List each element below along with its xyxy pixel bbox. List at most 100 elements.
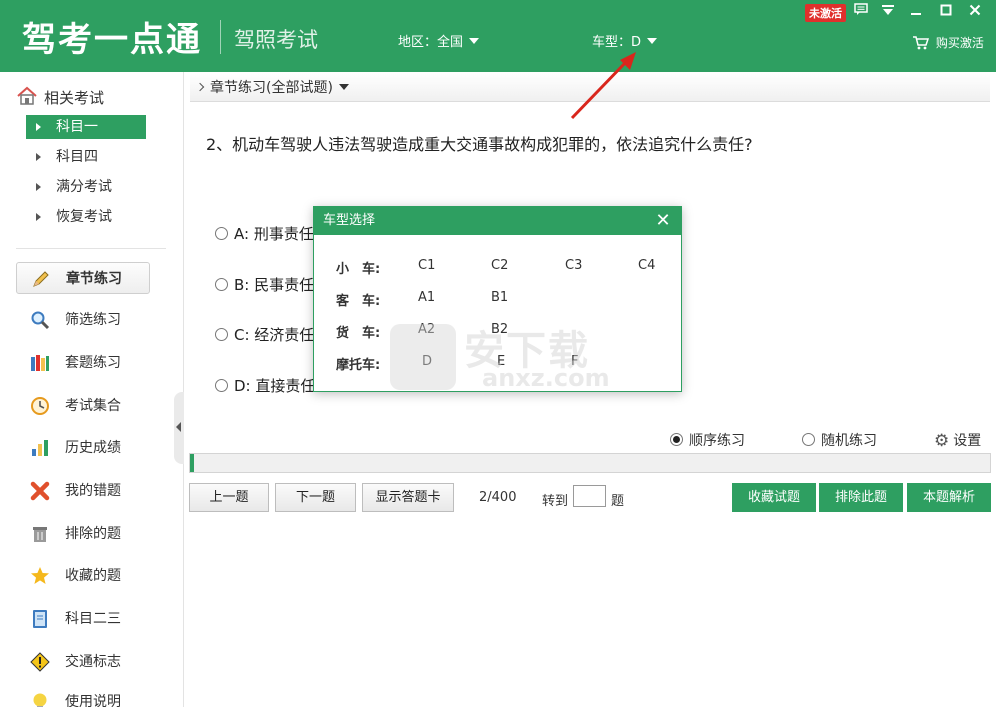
app-logo: 驾考一点通 [22, 20, 202, 60]
radio-button[interactable] [215, 227, 228, 240]
menu-subject23[interactable]: 科目二三 [16, 603, 150, 635]
buy-activate-button[interactable]: 购买激活 [912, 34, 984, 51]
region-dropdown[interactable]: 地区：全国 [398, 31, 480, 50]
magnifier-icon [30, 310, 50, 330]
sequential-mode-radio[interactable]: 顺序练习 [670, 430, 745, 450]
chevron-right-icon [195, 82, 205, 92]
breadcrumb-label: 章节练习(全部试题) [210, 80, 333, 96]
cartype-option-f[interactable]: F [571, 354, 578, 369]
sidebar-item-subject1[interactable]: 科目一 [26, 115, 146, 139]
answer-option-d[interactable]: D: 直接责任 [215, 375, 315, 396]
cartype-option-b1[interactable]: B1 [491, 290, 508, 305]
region-label: 地区：全国 [398, 35, 464, 50]
menu-traffic-signs[interactable]: 交通标志 [16, 646, 150, 678]
minimize-icon[interactable] [905, 3, 927, 21]
menu-label: 套题练习 [65, 355, 121, 371]
close-icon[interactable]: ✕ [651, 207, 675, 235]
cartype-option-b2[interactable]: B2 [491, 322, 508, 337]
star-icon [30, 566, 50, 586]
cartype-option-c3[interactable]: C3 [565, 258, 582, 273]
cartype-option-e[interactable]: E [497, 354, 505, 369]
clock-icon [30, 396, 50, 416]
gear-icon: ⚙ [934, 431, 950, 451]
answer-option-b[interactable]: B: 民事责任 [215, 274, 314, 295]
progress-bar [189, 453, 991, 473]
menu-label: 历史成绩 [65, 440, 121, 456]
cross-icon [30, 481, 50, 501]
menu-my-wrong-questions[interactable]: 我的错题 [16, 475, 150, 507]
next-question-button[interactable]: 下一题 [275, 483, 356, 512]
app-subtitle: 驾照考试 [234, 28, 318, 52]
sidebar-divider [16, 248, 166, 249]
sidebar-collapse-handle[interactable] [174, 392, 184, 464]
menu-exam-collection[interactable]: 考试集合 [16, 390, 150, 422]
menu-chapter-practice[interactable]: 章节练习 [16, 262, 150, 294]
books-icon [30, 353, 50, 373]
cartype-select-dialog: 车型选择 ✕ 小 车: C1 C2 C3 C4 客 车: A1 B1 货 车: … [313, 206, 682, 392]
book-icon [30, 609, 50, 629]
menu-history-scores[interactable]: 历史成绩 [16, 432, 150, 464]
menu-label: 考试集合 [65, 398, 121, 414]
menu-label: 交通标志 [65, 654, 121, 670]
chevron-down-icon [647, 38, 658, 44]
menu-instructions[interactable]: 使用说明 [16, 686, 150, 707]
answer-option-a[interactable]: A: 刑事责任 [215, 223, 314, 244]
radio-button[interactable] [215, 278, 228, 291]
radio-button[interactable] [802, 433, 815, 446]
menu-label: 筛选练习 [65, 312, 121, 328]
app-header: 驾考一点通 驾照考试 地区：全国 车型：D 未激活 购买激活 [0, 0, 996, 72]
buy-label: 购买激活 [935, 36, 984, 50]
menu-filter-practice[interactable]: 筛选练习 [16, 304, 150, 336]
question-counter: 2/400 [479, 490, 517, 505]
cartype-option-d[interactable]: D [422, 354, 432, 369]
option-label: A: 刑事责任 [234, 225, 314, 243]
sidebar-item-recovery-exam[interactable]: 恢复考试 [26, 205, 146, 229]
radio-button[interactable] [670, 433, 683, 446]
answer-option-c[interactable]: C: 经济责任 [215, 324, 314, 345]
progress-fill [190, 454, 194, 472]
home-icon [16, 86, 38, 107]
exclude-question-button[interactable]: 排除此题 [819, 483, 903, 512]
sidebar-item-label: 恢复考试 [56, 209, 112, 225]
cartype-option-a1[interactable]: A1 [418, 290, 435, 305]
settings-button[interactable]: ⚙ 设置 [934, 430, 981, 451]
chapter-breadcrumb[interactable]: 章节练习(全部试题) [190, 74, 990, 102]
menu-excluded-questions[interactable]: 排除的题 [16, 518, 150, 550]
menu-dropdown-icon[interactable] [877, 3, 899, 21]
radio-button[interactable] [215, 328, 228, 341]
caret-right-icon [36, 213, 41, 221]
chevron-down-icon [469, 38, 480, 44]
menu-set-practice[interactable]: 套题练习 [16, 347, 150, 379]
cartype-dropdown[interactable]: 车型：D [592, 31, 658, 50]
cartype-option-c2[interactable]: C2 [491, 258, 508, 273]
related-exams-label: 相关考试 [44, 89, 105, 107]
row-label-motorcycle: 摩托车: [336, 358, 381, 373]
goto-unit-label: 题 [611, 494, 625, 509]
cartype-option-c1[interactable]: C1 [418, 258, 435, 273]
close-icon[interactable] [964, 3, 986, 21]
option-label: D: 直接责任 [234, 377, 316, 395]
menu-favorite-questions[interactable]: 收藏的题 [16, 560, 150, 592]
sidebar-item-full-score-exam[interactable]: 满分考试 [26, 175, 146, 199]
show-answer-card-button[interactable]: 显示答题卡 [362, 483, 454, 512]
chevron-down-icon [338, 84, 349, 90]
cartype-option-c4[interactable]: C4 [638, 258, 655, 273]
radio-button[interactable] [215, 379, 228, 392]
caret-right-icon [36, 123, 41, 131]
cartype-label: 车型：D [592, 35, 642, 50]
related-exams-header: 相关考试 [16, 86, 104, 108]
favorite-question-button[interactable]: 收藏试题 [732, 483, 816, 512]
logo-divider [220, 20, 221, 54]
prev-question-button[interactable]: 上一题 [189, 483, 269, 512]
goto-question-input[interactable] [573, 485, 606, 507]
inactive-badge[interactable]: 未激活 [805, 4, 846, 22]
sidebar-item-subject4[interactable]: 科目四 [26, 145, 146, 169]
caret-right-icon [36, 183, 41, 191]
question-explanation-button[interactable]: 本题解析 [907, 483, 991, 512]
random-mode-radio[interactable]: 随机练习 [802, 430, 877, 450]
cart-icon [912, 36, 936, 50]
maximize-icon[interactable] [935, 3, 957, 21]
cartype-option-a2[interactable]: A2 [418, 322, 435, 337]
message-icon[interactable] [850, 3, 872, 21]
pencil-icon [31, 269, 51, 289]
